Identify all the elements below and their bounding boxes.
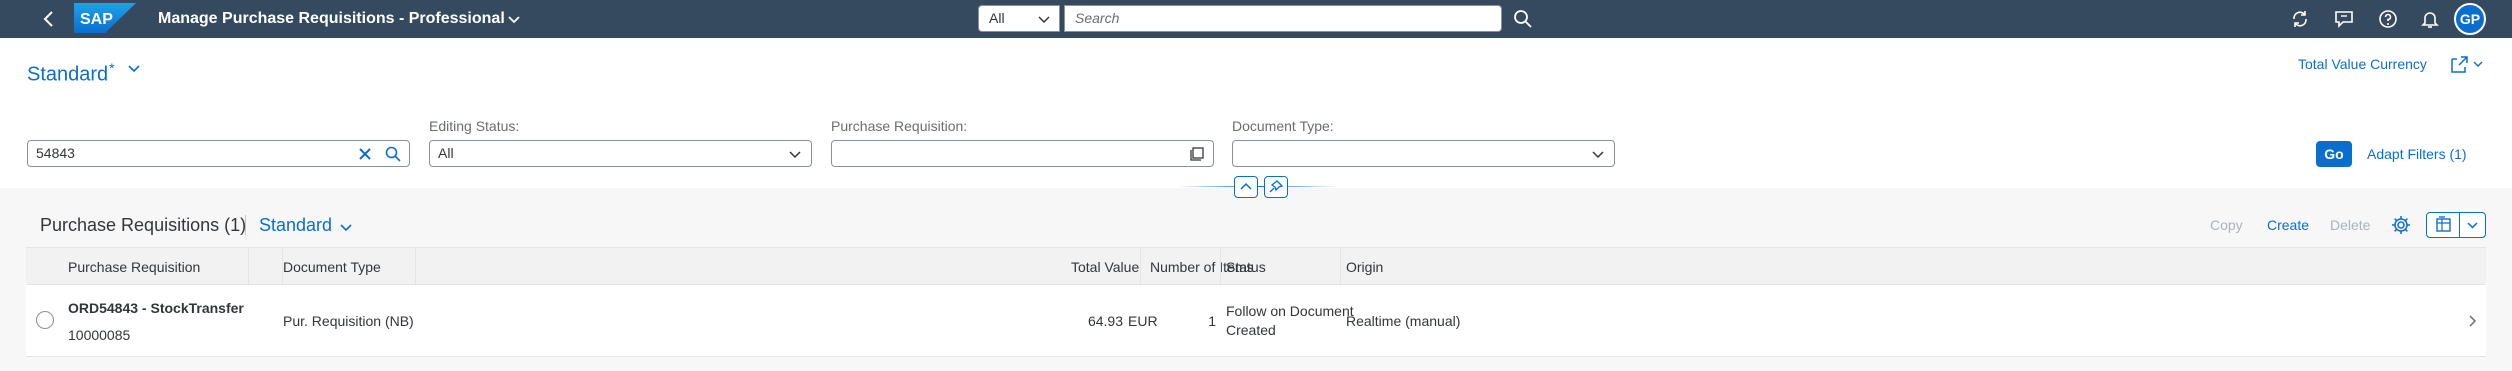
back-icon <box>43 11 53 27</box>
delete-button[interactable]: Delete <box>2330 215 2370 235</box>
purchase-requisitions-table: Purchase Requisition Document Type Total… <box>26 247 2486 357</box>
total-value-cell: 64.93 <box>1087 313 1123 329</box>
column-header-status[interactable]: Status <box>1226 248 1266 286</box>
search-icon[interactable] <box>1512 8 1534 30</box>
value-help-icon[interactable] <box>1188 145 1206 163</box>
back-button[interactable] <box>38 8 60 30</box>
sap-logo[interactable]: SAP <box>74 3 136 33</box>
status-line2: Created <box>1226 322 1276 338</box>
document-type-cell: Pur. Requisition (NB) <box>283 313 414 329</box>
search-scope-select[interactable]: All <box>978 5 1060 32</box>
search-field-value: 54843 <box>36 145 75 161</box>
go-button[interactable]: Go <box>2316 141 2352 167</box>
collapse-header-button[interactable] <box>1234 176 1258 198</box>
number-of-items-cell: 1 <box>1208 313 1216 329</box>
table-variant[interactable]: Standard <box>259 214 332 236</box>
create-button[interactable]: Create <box>2267 215 2309 235</box>
pin-header-button[interactable] <box>1264 176 1288 198</box>
document-type-label: Document Type: <box>1232 118 1334 134</box>
help-icon[interactable] <box>2376 7 2400 31</box>
export-menu-button[interactable] <box>2459 212 2486 238</box>
column-separator <box>415 248 416 286</box>
column-header-total-value[interactable]: Total Value <box>1071 248 1139 286</box>
share-icon <box>2451 56 2483 73</box>
logo-text: SAP <box>80 11 113 28</box>
search-icon[interactable] <box>384 145 402 163</box>
variant-name: Standard <box>27 63 109 86</box>
adapt-filters-button[interactable]: Adapt Filters (1) <box>2367 144 2467 164</box>
purchase-requisition-input[interactable] <box>831 140 1214 167</box>
chevron-down-icon[interactable] <box>338 219 354 235</box>
column-header-purchase-requisition[interactable]: Purchase Requisition <box>68 248 200 286</box>
pin-icon <box>1269 180 1284 193</box>
variant-modified-marker: * <box>109 60 115 76</box>
header-divider <box>1178 186 1338 187</box>
toolbar-separator <box>245 215 246 235</box>
column-header-document-type[interactable]: Document Type <box>283 248 381 286</box>
chevron-right-icon[interactable] <box>2464 313 2480 329</box>
chevron-down-icon <box>1038 16 1050 24</box>
feedback-icon[interactable] <box>2332 7 2356 31</box>
chevron-down-icon <box>789 151 801 159</box>
origin-cell: Realtime (manual) <box>1346 313 1461 329</box>
editing-status-value: All <box>438 145 454 161</box>
column-separator <box>1340 248 1341 286</box>
requisition-id: 10000085 <box>68 327 131 343</box>
table-header: Purchase Requisition Document Type Total… <box>26 247 2486 286</box>
document-type-select[interactable] <box>1232 140 1615 167</box>
column-header-origin[interactable]: Origin <box>1346 248 1383 286</box>
column-separator <box>1140 248 1141 286</box>
status-line1: Follow on Document <box>1226 303 1354 319</box>
notifications-icon[interactable] <box>2418 7 2442 31</box>
variant-management[interactable]: Standard* <box>27 56 115 87</box>
app-title[interactable]: Manage Purchase Requisitions - Professio… <box>158 9 505 29</box>
shell-bar: SAP Manage Purchase Requisitions - Profe… <box>0 0 2512 38</box>
editing-status-select[interactable]: All <box>429 140 812 167</box>
currency-cell: EUR <box>1128 313 1158 329</box>
sync-icon[interactable] <box>2288 7 2312 31</box>
chevron-down-icon <box>1592 151 1604 159</box>
export-icon <box>2436 216 2451 232</box>
table-toolbar: Purchase Requisitions (1) Standard Copy … <box>26 205 2486 245</box>
filter-bar: Standard* Total Value Currency 54843 Edi… <box>0 38 2512 198</box>
copy-button[interactable]: Copy <box>2210 215 2243 235</box>
export-button[interactable] <box>2426 212 2460 238</box>
chevron-down-icon[interactable] <box>504 9 524 29</box>
table-row[interactable]: ORD54843 - StockTransfer 10000085 Pur. R… <box>26 285 2486 357</box>
gear-icon[interactable] <box>2390 214 2412 236</box>
editing-status-label: Editing Status: <box>429 118 520 134</box>
clear-icon[interactable] <box>356 145 374 163</box>
row-select-radio[interactable] <box>36 311 54 329</box>
search-field[interactable]: 54843 <box>27 140 410 167</box>
share-button[interactable] <box>2448 53 2486 75</box>
total-value-currency-link[interactable]: Total Value Currency <box>2298 54 2427 74</box>
requisition-title: ORD54843 - StockTransfer <box>68 300 244 316</box>
chevron-down-icon[interactable] <box>126 60 142 76</box>
search-input[interactable]: Search <box>1064 5 1502 32</box>
chevron-up-icon <box>1240 182 1252 190</box>
search-scope-value: All <box>989 10 1005 26</box>
avatar[interactable]: GP <box>2454 3 2486 35</box>
column-separator <box>1220 248 1221 286</box>
table-title: Purchase Requisitions (1) <box>40 215 247 235</box>
purchase-requisition-label: Purchase Requisition: <box>831 118 968 134</box>
column-separator <box>248 248 249 286</box>
chevron-down-icon <box>2467 222 2478 229</box>
